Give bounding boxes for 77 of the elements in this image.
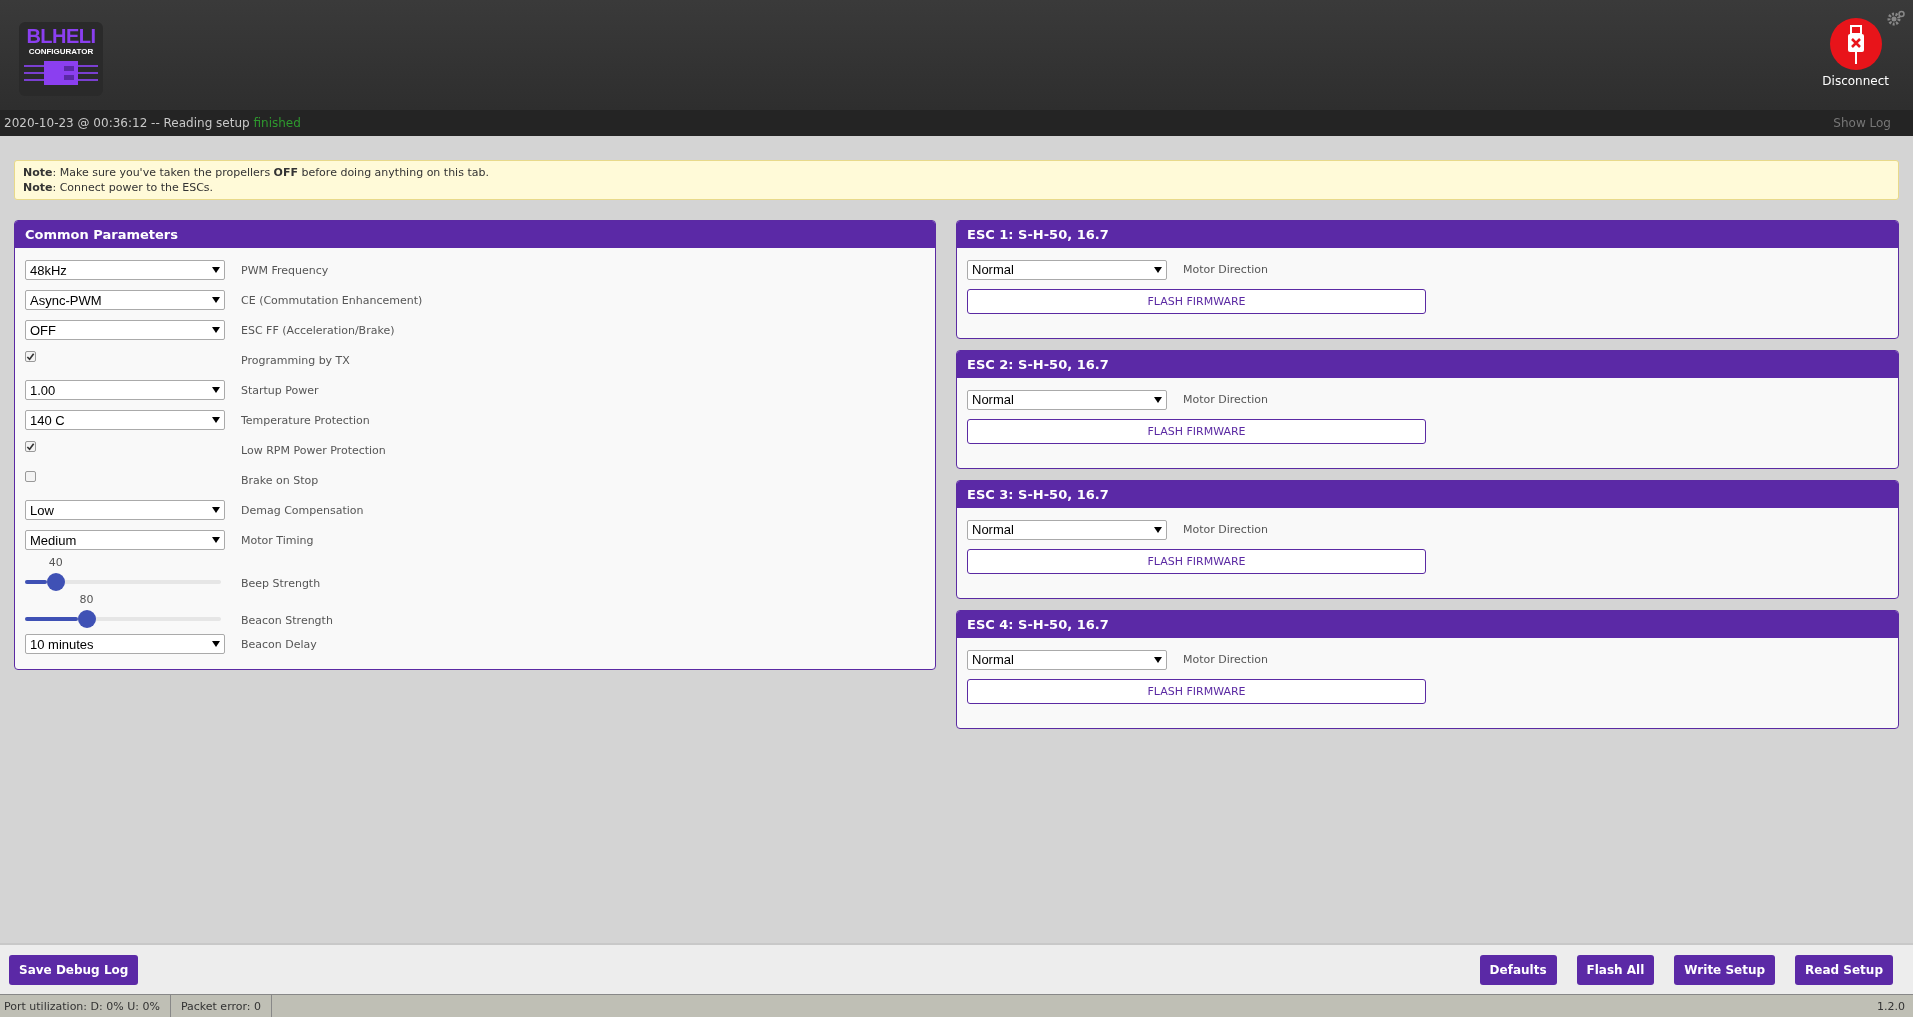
dropdown[interactable]: Low [25, 500, 225, 520]
flash-firmware-button[interactable]: FLASH FIRMWARE [967, 549, 1426, 574]
toolbar-button[interactable]: Flash All [1576, 954, 1655, 985]
checkbox[interactable] [25, 350, 36, 362]
show-log-link[interactable]: Show Log [1833, 116, 1891, 130]
toolbar-button[interactable]: Read Setup [1795, 954, 1893, 985]
panel-title: ESC 3: S-H-50, 16.7 [957, 481, 1898, 508]
dropdown[interactable]: Normal [967, 389, 1167, 410]
parameter-label: Low RPM Power Protection [241, 443, 386, 457]
parameter-label: Motor Timing [241, 533, 314, 547]
parameter-label: Temperature Protection [241, 413, 370, 427]
caret-icon [1154, 526, 1162, 533]
parameter-label: Motor Direction [1183, 393, 1268, 406]
caret-icon [212, 641, 220, 647]
parameter-label: Motor Direction [1183, 263, 1268, 276]
slider-value: 80 [78, 593, 95, 606]
caret-icon [212, 507, 220, 513]
logo-subtitle: CONFIGURATOR [28, 47, 94, 57]
dropdown[interactable]: Async-PWM [25, 290, 225, 310]
caret-icon [1154, 656, 1162, 663]
caret-icon [212, 387, 220, 393]
caret-icon [1154, 396, 1162, 403]
circuit-board-icon [24, 61, 98, 85]
slider-fill [25, 580, 47, 584]
caret-icon [1154, 266, 1162, 273]
dropdown[interactable]: Normal [967, 649, 1167, 670]
flash-firmware-button[interactable]: FLASH FIRMWARE [967, 419, 1426, 444]
panel-title: Common Parameters [15, 221, 935, 248]
slider-fill [25, 617, 78, 621]
logo-title: BLHELI [26, 25, 96, 47]
note-text: Note: Connect power to the ESCs. [23, 180, 215, 195]
dropdown[interactable]: Medium [25, 530, 225, 550]
dropdown[interactable]: 1.00 [25, 380, 225, 400]
caret-icon [212, 297, 220, 303]
parameter-label: Brake on Stop [241, 473, 319, 487]
parameter-label: CE (Commutation Enhancement) [241, 293, 423, 307]
dropdown[interactable]: Normal [967, 519, 1167, 540]
panel-title: ESC 2: S-H-50, 16.7 [957, 351, 1898, 378]
parameter-label: Demag Compensation [241, 503, 364, 517]
flash-firmware-button[interactable]: FLASH FIRMWARE [967, 289, 1426, 314]
checkbox[interactable] [25, 440, 36, 452]
toolbar-button[interactable]: Write Setup [1674, 954, 1776, 985]
dropdown[interactable]: OFF [25, 320, 225, 340]
toolbar-button[interactable]: Save Debug Log [9, 954, 139, 985]
parameter-label: Beacon Strength [241, 614, 333, 627]
flash-firmware-button[interactable]: FLASH FIRMWARE [967, 679, 1426, 704]
caret-icon [212, 327, 220, 333]
log-message: 2020-10-23 @ 00:36:12 -- Reading setup finished [4, 116, 301, 130]
version-label: 1.2.0 [1877, 999, 1906, 1013]
dropdown[interactable]: 10 minutes [25, 634, 225, 654]
disconnect-button[interactable]: Disconnect [1822, 18, 1889, 88]
dropdown[interactable]: 140 C [25, 410, 225, 430]
dropdown[interactable]: Normal [967, 259, 1167, 280]
settings-icon[interactable] [1887, 10, 1905, 26]
panel-title: ESC 1: S-H-50, 16.7 [957, 221, 1898, 248]
note-text: Note: Make sure you've taken the propellers OFF before doing anything on this tab. [23, 165, 490, 180]
toolbar-button[interactable]: Defaults [1479, 954, 1557, 985]
checkbox[interactable] [25, 470, 36, 482]
parameter-label: Motor Direction [1183, 523, 1268, 536]
panel-title: ESC 4: S-H-50, 16.7 [957, 611, 1898, 638]
parameter-label: PWM Frequency [241, 263, 329, 277]
status-item: Port utilization: D: 0% U: 0% [0, 995, 171, 1017]
parameter-label: Startup Power [241, 383, 319, 397]
caret-icon [212, 417, 220, 423]
parameter-label: Beep Strength [241, 577, 321, 590]
parameter-label: ESC FF (Acceleration/Brake) [241, 323, 395, 337]
caret-icon [212, 267, 220, 273]
caret-icon [212, 537, 220, 543]
parameter-label: Programming by TX [241, 353, 350, 367]
slider-value: 40 [47, 556, 64, 569]
dropdown[interactable]: 48kHz [25, 260, 225, 280]
parameter-label: Motor Direction [1183, 653, 1268, 666]
usb-plug-icon [1829, 18, 1882, 70]
slider-thumb[interactable] [77, 610, 96, 628]
status-item: Packet error: 0 [176, 995, 272, 1017]
slider-thumb[interactable] [46, 573, 65, 591]
parameter-label: Beacon Delay [241, 637, 317, 651]
